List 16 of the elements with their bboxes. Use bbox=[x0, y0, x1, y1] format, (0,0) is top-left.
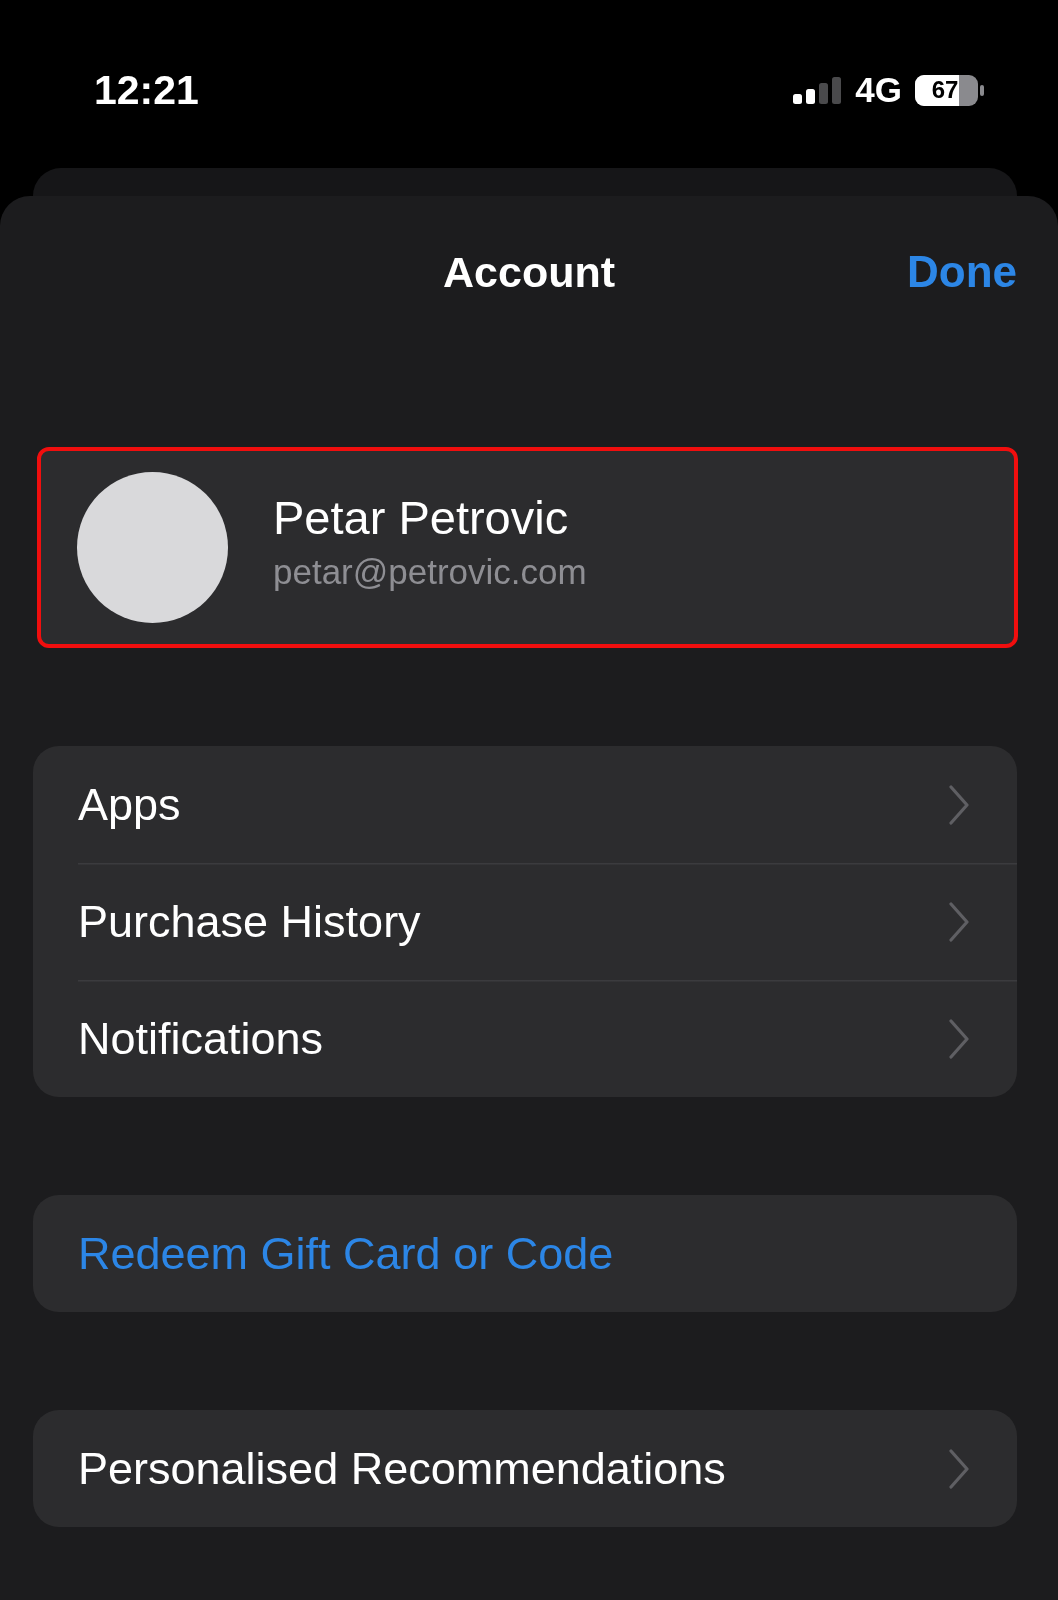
list-item[interactable]: Redeem Gift Card or Code bbox=[33, 1195, 1017, 1312]
battery-percentage: 67 bbox=[931, 77, 959, 103]
status-time: 12:21 bbox=[94, 66, 199, 114]
profile-name: Petar Petrovic bbox=[273, 491, 570, 544]
chevron-icon bbox=[949, 1018, 969, 1059]
chevron-icon bbox=[949, 784, 969, 825]
signal-icon bbox=[793, 76, 843, 104]
profile-email: petar@petrovic.com bbox=[273, 551, 587, 592]
profile-card[interactable]: Petar Petrovic petar@petrovic.com bbox=[37, 447, 1018, 648]
chevron-icon bbox=[949, 1448, 969, 1489]
sheet-title: Account bbox=[443, 247, 615, 297]
network-label: 4G bbox=[855, 70, 902, 110]
list-item[interactable]: Personalised Recommendations bbox=[33, 1410, 1017, 1527]
battery-icon bbox=[915, 74, 985, 106]
chevron-icon bbox=[949, 901, 969, 942]
done-button[interactable]: Done bbox=[907, 247, 1017, 297]
